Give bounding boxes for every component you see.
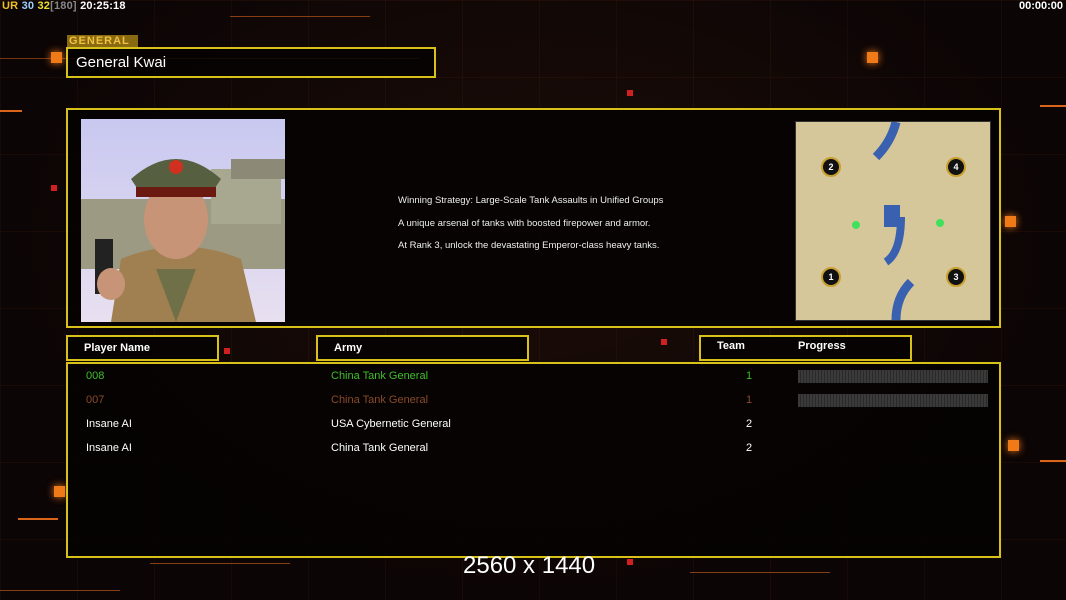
start-marker: 3 xyxy=(953,272,958,282)
player-army: China Tank General xyxy=(331,370,429,382)
stat-c: [180] xyxy=(50,0,77,12)
progress-bar xyxy=(798,394,988,407)
start-marker: 2 xyxy=(828,162,833,172)
player-name: 008 xyxy=(86,370,105,382)
ur-label: UR xyxy=(2,0,19,12)
progress-bar xyxy=(798,370,988,383)
header-team[interactable]: Team xyxy=(717,340,745,352)
player-team: 1 xyxy=(746,370,753,382)
general-portrait xyxy=(81,119,285,322)
header-army[interactable]: Army xyxy=(316,335,529,361)
header-team-progress: Team Progress xyxy=(699,335,912,361)
general-name: General Kwai xyxy=(66,47,436,78)
player-name: Insane AI xyxy=(86,418,132,430)
map-preview: 1 2 3 4 xyxy=(795,120,991,321)
player-row[interactable]: 007 China Tank General 1 xyxy=(68,390,999,414)
player-row[interactable]: 008 China Tank General 1 xyxy=(68,366,999,390)
player-team: 2 xyxy=(746,418,753,430)
general-info-panel: Winning Strategy: Large-Scale Tank Assau… xyxy=(66,108,1001,328)
player-team: 2 xyxy=(746,442,753,454)
player-row[interactable]: Insane AI China Tank General 2 xyxy=(68,438,999,462)
resolution-label: 2560 x 1440 xyxy=(463,552,596,579)
strategy-line: A unique arsenal of tanks with boosted f… xyxy=(398,217,651,229)
player-army: China Tank General xyxy=(331,442,429,454)
stat-a: 30 xyxy=(21,0,35,12)
stat-b: 32 xyxy=(37,0,51,12)
status-bar: UR 30 32[180] 20:25:18 xyxy=(2,0,126,12)
player-row[interactable]: Insane AI USA Cybernetic General 2 xyxy=(68,414,999,438)
player-name: Insane AI xyxy=(86,442,132,454)
player-name: 007 xyxy=(86,394,105,406)
player-list: 008 China Tank General 1 007 China Tank G… xyxy=(66,362,1001,558)
strategy-line: At Rank 3, unlock the devastating Empero… xyxy=(398,240,660,251)
player-army: USA Cybernetic General xyxy=(331,418,451,430)
strategy-text: Winning Strategy: Large-Scale Tank Assau… xyxy=(398,190,663,258)
start-marker: 1 xyxy=(828,272,833,282)
clock-time: 20:25:18 xyxy=(80,0,126,12)
header-progress[interactable]: Progress xyxy=(798,340,846,352)
player-army: China Tank General xyxy=(331,394,429,406)
header-player-name[interactable]: Player Name xyxy=(66,335,219,361)
game-timer: 00:00:00 xyxy=(1018,0,1063,12)
start-marker: 4 xyxy=(953,162,958,172)
strategy-line: Winning Strategy: Large-Scale Tank Assau… xyxy=(398,195,664,206)
player-team: 1 xyxy=(746,394,753,406)
